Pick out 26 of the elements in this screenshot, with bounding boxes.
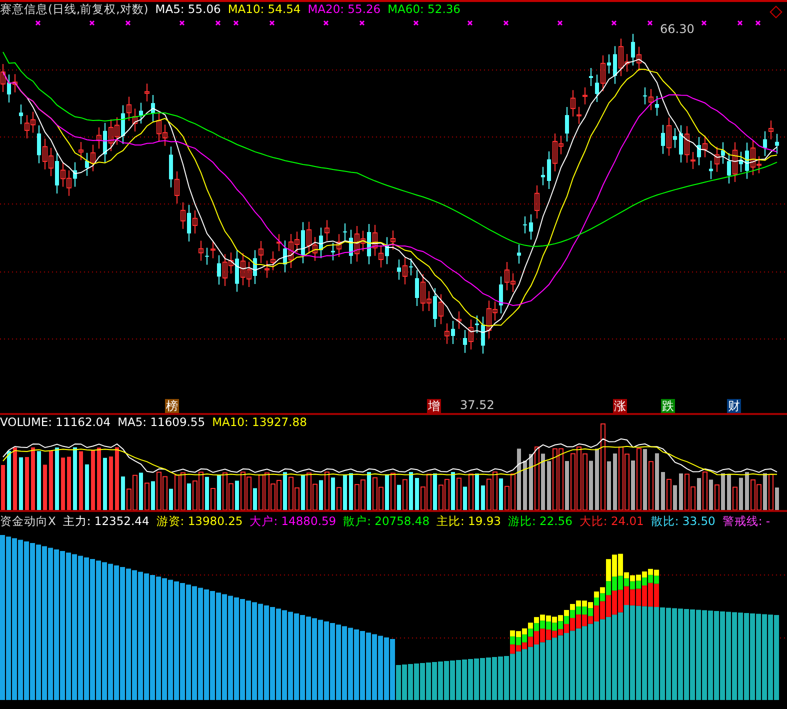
legend-value: 大比: 24.01	[579, 514, 644, 528]
legend-value: MA10: 54.54	[228, 2, 301, 16]
legend-value: MA10: 13927.88	[212, 415, 307, 429]
legend-value: 主比: 19.93	[436, 514, 501, 528]
event-marker[interactable]: 跌	[661, 399, 675, 413]
legend-value: 游资: 13980.25	[156, 514, 243, 528]
legend-value: 警戒线: -	[722, 514, 770, 528]
legend-value: MA60: 52.36	[388, 2, 460, 16]
legend-value: 散比: 33.50	[650, 514, 716, 528]
low-price-label: 37.52	[460, 398, 494, 412]
chart-title: 赛意信息(日线,前复权,对数)	[0, 2, 148, 16]
diamond-icon[interactable]	[770, 6, 782, 18]
high-price-label: 66.30	[660, 22, 694, 36]
legend-value: MA5: 55.06	[155, 2, 221, 16]
event-marker[interactable]: 财	[727, 399, 741, 413]
legend-value: VOLUME: 11162.04	[0, 415, 111, 429]
event-marker[interactable]: 榜	[165, 399, 179, 413]
legend-value: 游比: 22.56	[508, 514, 572, 528]
legend-value: 散户: 20758.48	[343, 514, 430, 528]
event-marker[interactable]: 增	[427, 399, 441, 413]
indicator-title: 资金动向X	[0, 514, 56, 528]
event-marker[interactable]: 涨	[613, 399, 627, 413]
legend-value: 大户: 14880.59	[250, 514, 336, 528]
legend-value: MA5: 11609.55	[118, 415, 206, 429]
legend-value: MA20: 55.26	[308, 2, 381, 16]
legend-value: 主力: 12352.44	[62, 514, 150, 528]
